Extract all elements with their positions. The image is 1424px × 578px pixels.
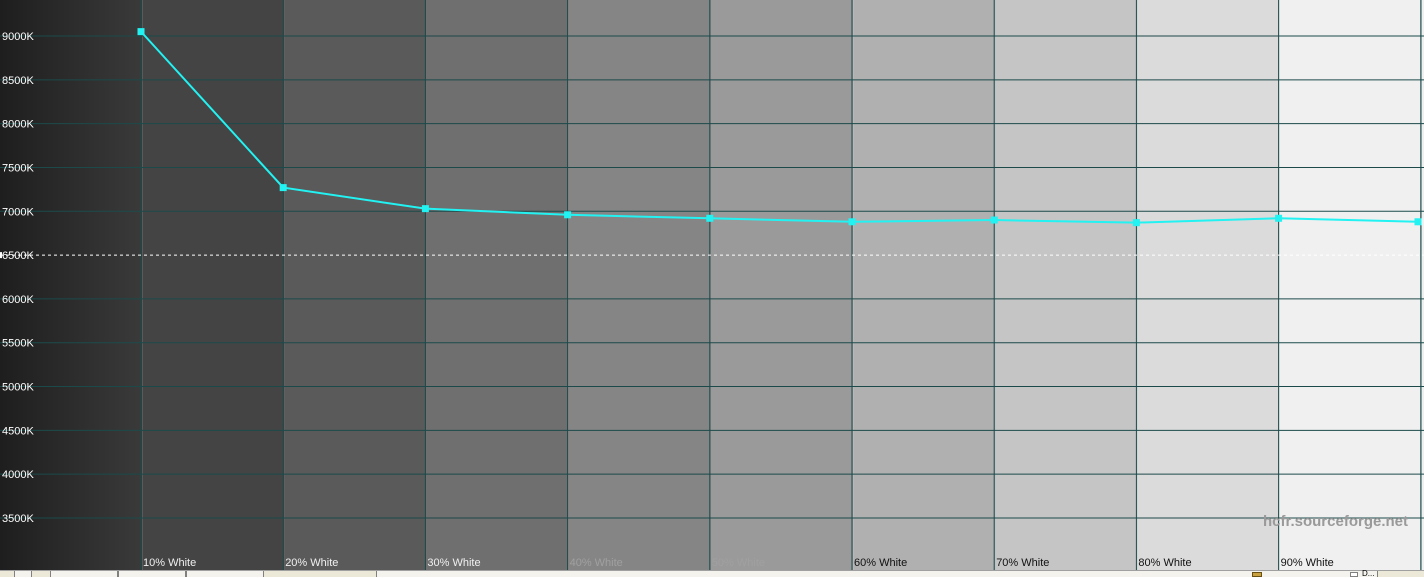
background-band (284, 0, 427, 570)
data-point (706, 214, 714, 222)
bottom-strip: D... (0, 569, 1424, 578)
x-tick-label: 30% White (427, 557, 480, 569)
checkbox[interactable] (1350, 572, 1358, 577)
y-tick-label: 8000K (2, 119, 34, 131)
x-tick-label: 20% White (285, 557, 338, 569)
y-tick-label: 3500K (2, 513, 34, 525)
y-tick-label: 6000K (2, 294, 34, 306)
tab-5[interactable] (376, 571, 1378, 577)
background-band (568, 0, 711, 570)
x-tick-label: 50% White (712, 557, 765, 569)
data-point (1132, 219, 1140, 227)
background-band (142, 0, 285, 570)
y-tick-label: 9000K (2, 31, 34, 43)
watermark: hcfr.sourceforge.net (1263, 513, 1408, 530)
data-point (1414, 218, 1422, 226)
tab-3[interactable] (118, 571, 186, 577)
background-band (1137, 0, 1280, 570)
y-tick-label: 4000K (2, 469, 34, 481)
x-tick-label: 60% White (854, 557, 907, 569)
x-tick-label: 80% White (1138, 557, 1191, 569)
x-tick-label: 90% White (1281, 557, 1334, 569)
y-tick-label: 7000K (2, 206, 34, 218)
background-band (711, 0, 854, 570)
data-point (421, 205, 429, 213)
x-tick-label: 10% White (143, 557, 196, 569)
x-tick-label: 70% White (996, 557, 1049, 569)
y-tick-label: 6500K (2, 250, 34, 262)
data-point (137, 28, 145, 36)
data-point (990, 216, 998, 224)
x-tick-label: 40% White (570, 557, 623, 569)
y-tick-label: 5000K (2, 382, 34, 394)
tab-2[interactable] (50, 571, 118, 577)
background-band (426, 0, 569, 570)
y-tick-label: 8500K (2, 75, 34, 87)
palette-icon[interactable] (1252, 572, 1262, 577)
background-band (995, 0, 1138, 570)
chart-area: 3500K 4000K 4500K 5000K 5500K 6000K 6500K 7000K… (0, 0, 1424, 570)
background-band (1279, 0, 1424, 570)
color-temperature-chart: 3500K 4000K 4500K 5000K 5500K 6000K 6500K 7000K… (0, 0, 1424, 570)
y-tick-label: 7500K (2, 162, 34, 174)
tab-4[interactable] (186, 571, 264, 577)
data-point (848, 218, 856, 226)
background-band (853, 0, 996, 570)
data-point (279, 184, 287, 192)
data-point (1275, 214, 1283, 222)
y-tick-label: 5500K (2, 338, 34, 350)
tab-1[interactable] (14, 571, 32, 577)
y-tick-label: 4500K (2, 425, 34, 437)
data-point (564, 211, 572, 219)
